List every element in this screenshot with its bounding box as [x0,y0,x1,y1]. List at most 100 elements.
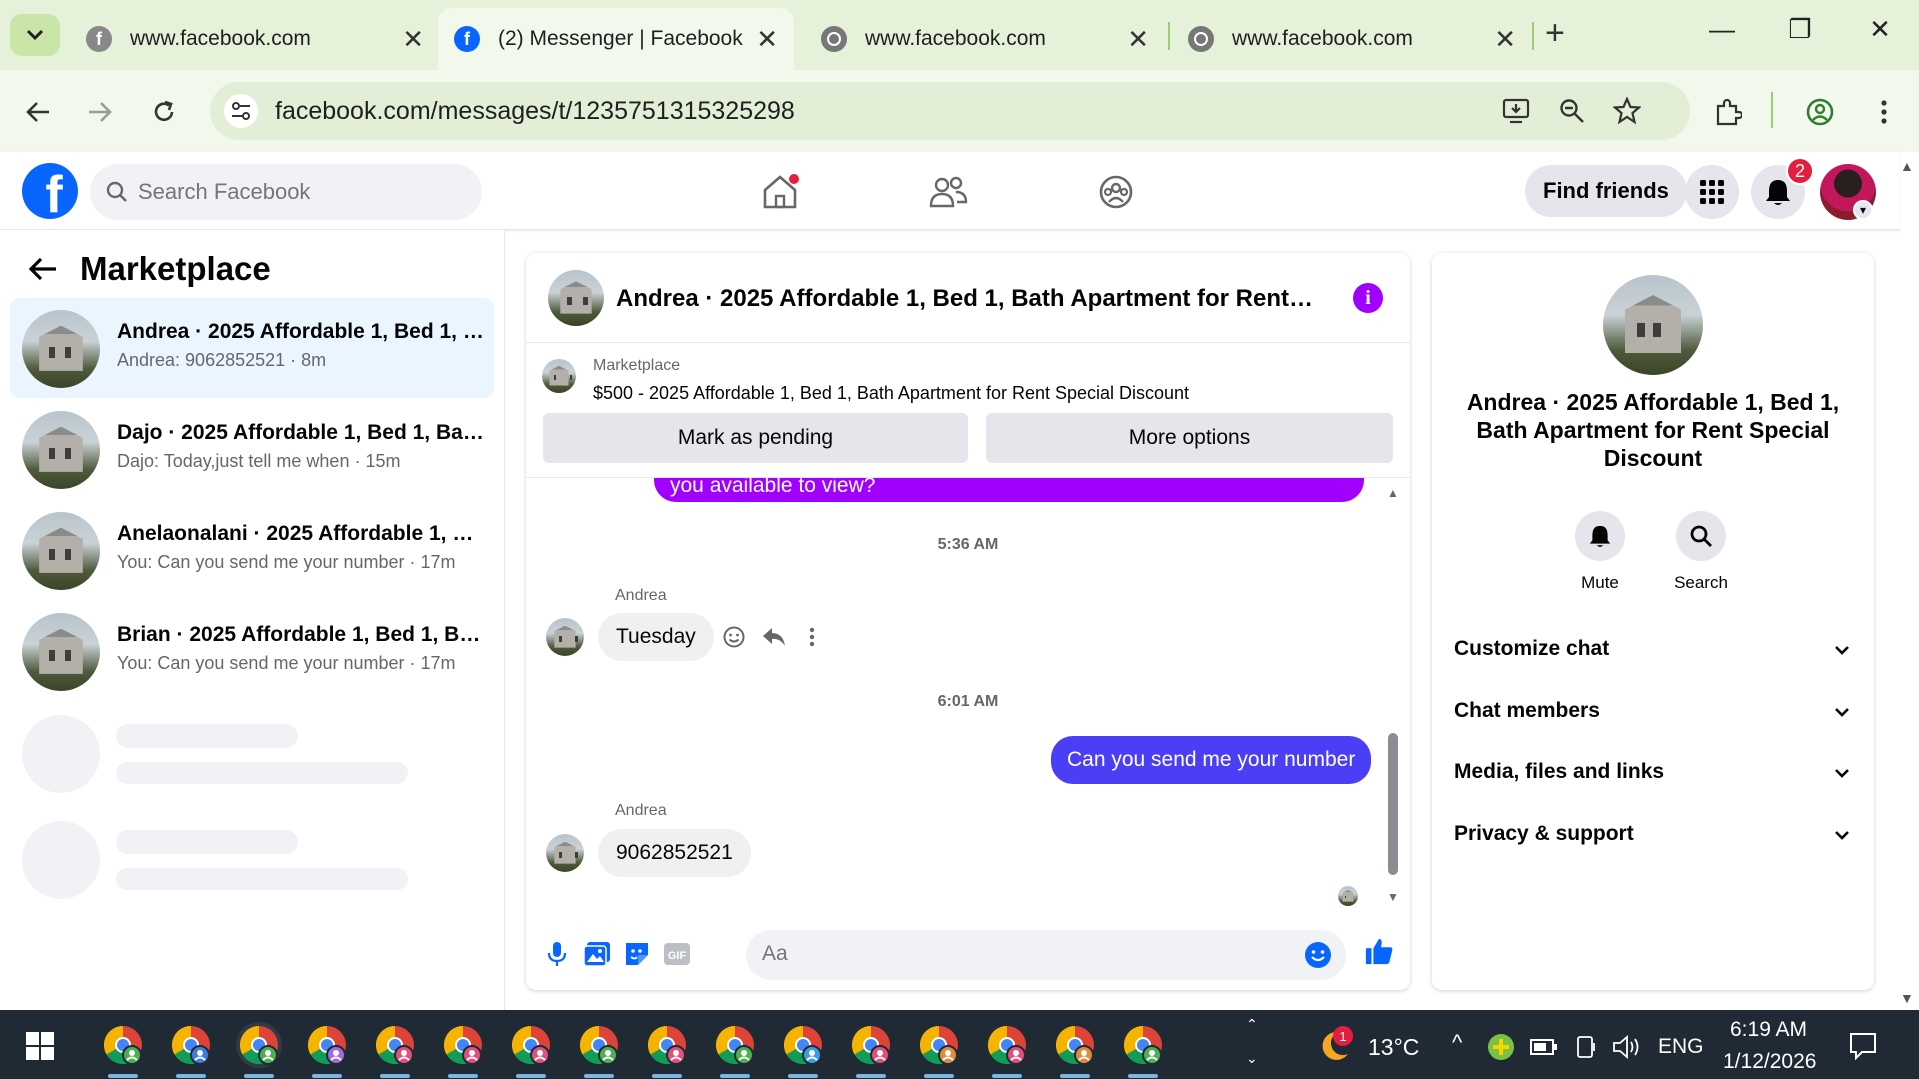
section-privacy-support[interactable]: Privacy & support [1446,806,1860,862]
tab-search-dropdown-button[interactable] [10,14,60,56]
microphone-icon[interactable] [542,939,572,969]
nav-groups[interactable] [1094,170,1138,214]
incoming-message[interactable]: 9062852521 [598,829,751,877]
battery-icon[interactable] [1530,1037,1558,1062]
listing-description[interactable]: $500 - 2025 Affordable 1, Bed 1, Bath Ap… [593,383,1189,404]
chrome-taskbar-icon[interactable] [304,1022,350,1068]
reload-button[interactable] [144,92,184,132]
facebook-logo-icon[interactable]: f [22,163,78,219]
message-input[interactable] [762,942,1282,966]
close-tab-icon[interactable]: ✕ [402,24,424,55]
sender-avatar[interactable] [546,834,584,872]
chrome-taskbar-icon[interactable] [1052,1022,1098,1068]
back-button[interactable] [18,92,58,132]
chat-scroll-down-icon[interactable]: ▼ [1387,890,1399,904]
chat-scrollbar-thumb[interactable] [1388,733,1398,875]
section-customize-chat[interactable]: Customize chat [1446,621,1860,677]
chrome-taskbar-icon[interactable] [644,1022,690,1068]
chrome-taskbar-icon[interactable] [236,1022,282,1068]
outgoing-message[interactable]: you available to view? [654,478,1364,502]
chrome-taskbar-icon[interactable] [984,1022,1030,1068]
chrome-taskbar-icon[interactable] [508,1022,554,1068]
security-shield-icon[interactable] [1488,1034,1514,1060]
url-text[interactable]: facebook.com/messages/t/1235751315325298 [275,97,795,126]
sender-avatar[interactable] [546,618,584,656]
menu-button[interactable] [1685,165,1739,219]
close-tab-icon[interactable]: ✕ [756,24,778,55]
browser-tab-2-active[interactable]: f (2) Messenger | Facebook ✕ [438,8,794,70]
page-scroll-down-icon[interactable]: ▼ [1900,990,1914,1006]
photo-icon[interactable] [582,939,612,969]
chrome-taskbar-icon[interactable] [1120,1022,1166,1068]
clock-date[interactable]: 1/12/2026 [1723,1050,1816,1074]
device-icon[interactable] [1574,1035,1598,1064]
chrome-taskbar-icon[interactable] [848,1022,894,1068]
chrome-taskbar-icon[interactable] [576,1022,622,1068]
reply-icon[interactable] [760,623,788,651]
react-emoji-icon[interactable] [720,623,748,651]
more-actions-icon[interactable] [798,623,826,651]
like-thumbs-up-icon[interactable] [1364,936,1394,966]
browser-tab-3[interactable]: www.facebook.com ✕ [805,8,1165,70]
chat-scroll-up-icon[interactable]: ▲ [1387,486,1399,500]
chat-title[interactable]: Andrea · 2025 Affordable 1, Bed 1, Bath … [616,285,1316,313]
taskbar-overflow-up-icon[interactable]: ⌃ [1246,1016,1258,1033]
new-tab-button[interactable]: + [1545,14,1565,53]
close-window-button[interactable]: ✕ [1850,14,1910,45]
chrome-taskbar-icon[interactable] [440,1022,486,1068]
conversation-item[interactable]: Brian · 2025 Affordable 1, Bed 1, Bath A… [10,601,494,701]
notification-center-icon[interactable] [1848,1030,1878,1065]
close-tab-icon[interactable]: ✕ [1494,24,1516,55]
listing-thumbnail[interactable] [542,359,576,393]
listing-large-thumbnail[interactable] [1603,275,1703,375]
extensions-button[interactable] [1708,92,1748,132]
outgoing-message[interactable]: Can you send me your number [1051,736,1372,784]
address-bar[interactable]: facebook.com/messages/t/1235751315325298 [210,82,1690,140]
volume-icon[interactable] [1612,1034,1642,1065]
emoji-icon[interactable] [1304,941,1332,974]
gif-icon[interactable]: GIF [662,939,692,969]
find-friends-button[interactable]: Find friends [1525,165,1687,217]
chrome-taskbar-icon[interactable] [916,1022,962,1068]
conversation-item[interactable]: Dajo · 2025 Affordable 1, Bed 1, Bath Ap… [10,399,494,499]
browser-menu-button[interactable] [1864,92,1904,132]
chat-listing-thumbnail[interactable] [548,270,604,326]
chrome-taskbar-icon[interactable] [780,1022,826,1068]
bookmark-star-icon[interactable] [1610,94,1644,128]
site-settings-icon[interactable] [224,94,258,128]
chrome-taskbar-icon[interactable] [372,1022,418,1068]
chrome-taskbar-icon[interactable] [712,1022,758,1068]
forward-button[interactable] [80,92,120,132]
chrome-taskbar-icon[interactable] [168,1022,214,1068]
section-media-files-links[interactable]: Media, files and links [1446,744,1860,800]
install-app-icon[interactable] [1500,94,1534,128]
close-tab-icon[interactable]: ✕ [1127,24,1149,55]
profile-button[interactable] [1800,92,1840,132]
back-arrow-icon[interactable] [28,256,58,282]
nav-friends[interactable] [926,170,970,214]
nav-home[interactable] [758,170,802,214]
minimize-button[interactable]: — [1692,14,1752,45]
zoom-icon[interactable] [1555,94,1589,128]
tray-chevron-up-icon[interactable]: ^ [1452,1030,1462,1056]
section-chat-members[interactable]: Chat members [1446,683,1860,739]
chevron-down-icon[interactable]: ▾ [1853,200,1873,220]
page-scroll-up-icon[interactable]: ▲ [1900,158,1914,174]
message-input-box[interactable] [746,930,1346,980]
temperature[interactable]: 13°C [1368,1034,1419,1061]
facebook-search-input[interactable] [138,179,458,205]
clock-time[interactable]: 6:19 AM [1730,1018,1807,1042]
browser-tab-4[interactable]: www.facebook.com ✕ [1172,8,1532,70]
restore-button[interactable]: ❐ [1770,14,1830,45]
more-options-button[interactable]: More options [986,413,1393,463]
facebook-search[interactable] [90,164,482,220]
browser-tab-1[interactable]: f www.facebook.com ✕ [70,8,440,70]
language-indicator[interactable]: ENG [1658,1035,1704,1059]
conversation-item[interactable]: Anelaonalani · 2025 Affordable 1, Bed 1,… [10,500,494,600]
search-in-conversation-button[interactable]: Search [1661,511,1741,593]
mark-as-pending-button[interactable]: Mark as pending [543,413,968,463]
sticker-icon[interactable] [622,939,652,969]
chrome-taskbar-icon[interactable] [100,1022,146,1068]
mute-button[interactable]: Mute [1560,511,1640,593]
windows-start-icon[interactable] [26,1032,54,1060]
